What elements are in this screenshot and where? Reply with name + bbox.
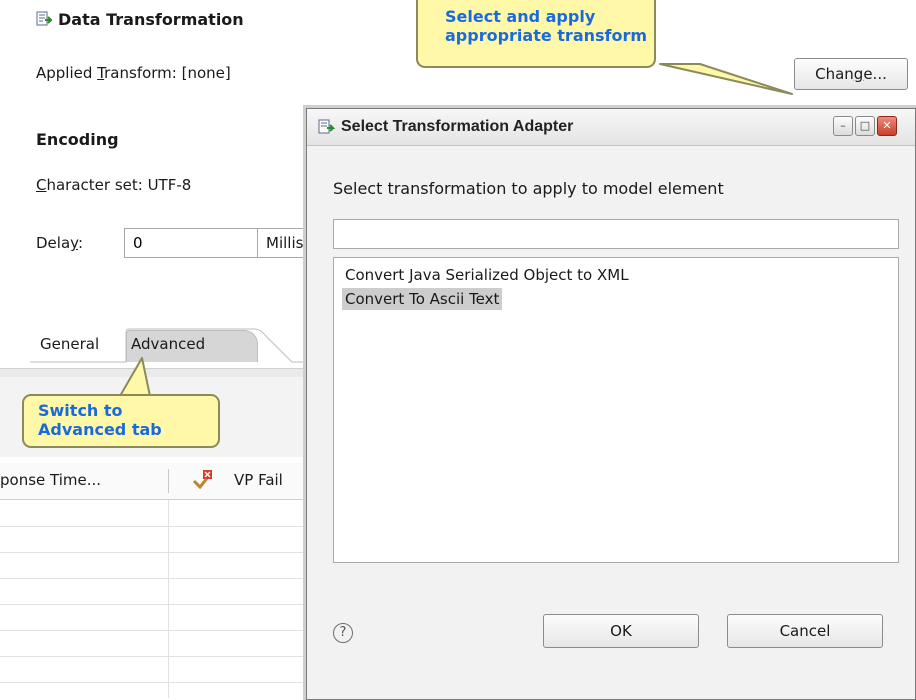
callout-switch-tab: Switch to Advanced tab: [22, 394, 220, 448]
dialog-prompt: Select transformation to apply to model …: [333, 179, 724, 198]
list-item-java-to-xml[interactable]: Convert Java Serialized Object to XML: [342, 264, 632, 286]
help-icon[interactable]: ?: [333, 623, 353, 643]
transform-list[interactable]: Convert Java Serialized Object to XML Co…: [333, 257, 899, 563]
select-transformation-dialog: Select Transformation Adapter – □ ✕ Sele…: [306, 108, 916, 700]
minimize-icon[interactable]: –: [833, 116, 853, 136]
callout-bottom-line1: Switch to: [38, 401, 123, 420]
maximize-icon[interactable]: □: [855, 116, 875, 136]
callout-top-line2: appropriate transform: [445, 26, 648, 45]
ok-button[interactable]: OK: [543, 614, 699, 648]
filter-input[interactable]: [333, 219, 899, 249]
dialog-app-icon: [318, 119, 335, 134]
list-item-ascii-text[interactable]: Convert To Ascii Text: [342, 288, 503, 310]
close-icon[interactable]: ✕: [877, 116, 897, 136]
cancel-button[interactable]: Cancel: [727, 614, 883, 648]
callout-top-line1: Select and apply: [445, 7, 596, 26]
callout-bottom-line2: Advanced tab: [38, 420, 162, 439]
callout-select-transform: Select and apply appropriate transform: [416, 0, 656, 68]
dialog-titlebar[interactable]: Select Transformation Adapter – □ ✕: [307, 109, 915, 146]
dialog-title: Select Transformation Adapter: [341, 118, 574, 135]
